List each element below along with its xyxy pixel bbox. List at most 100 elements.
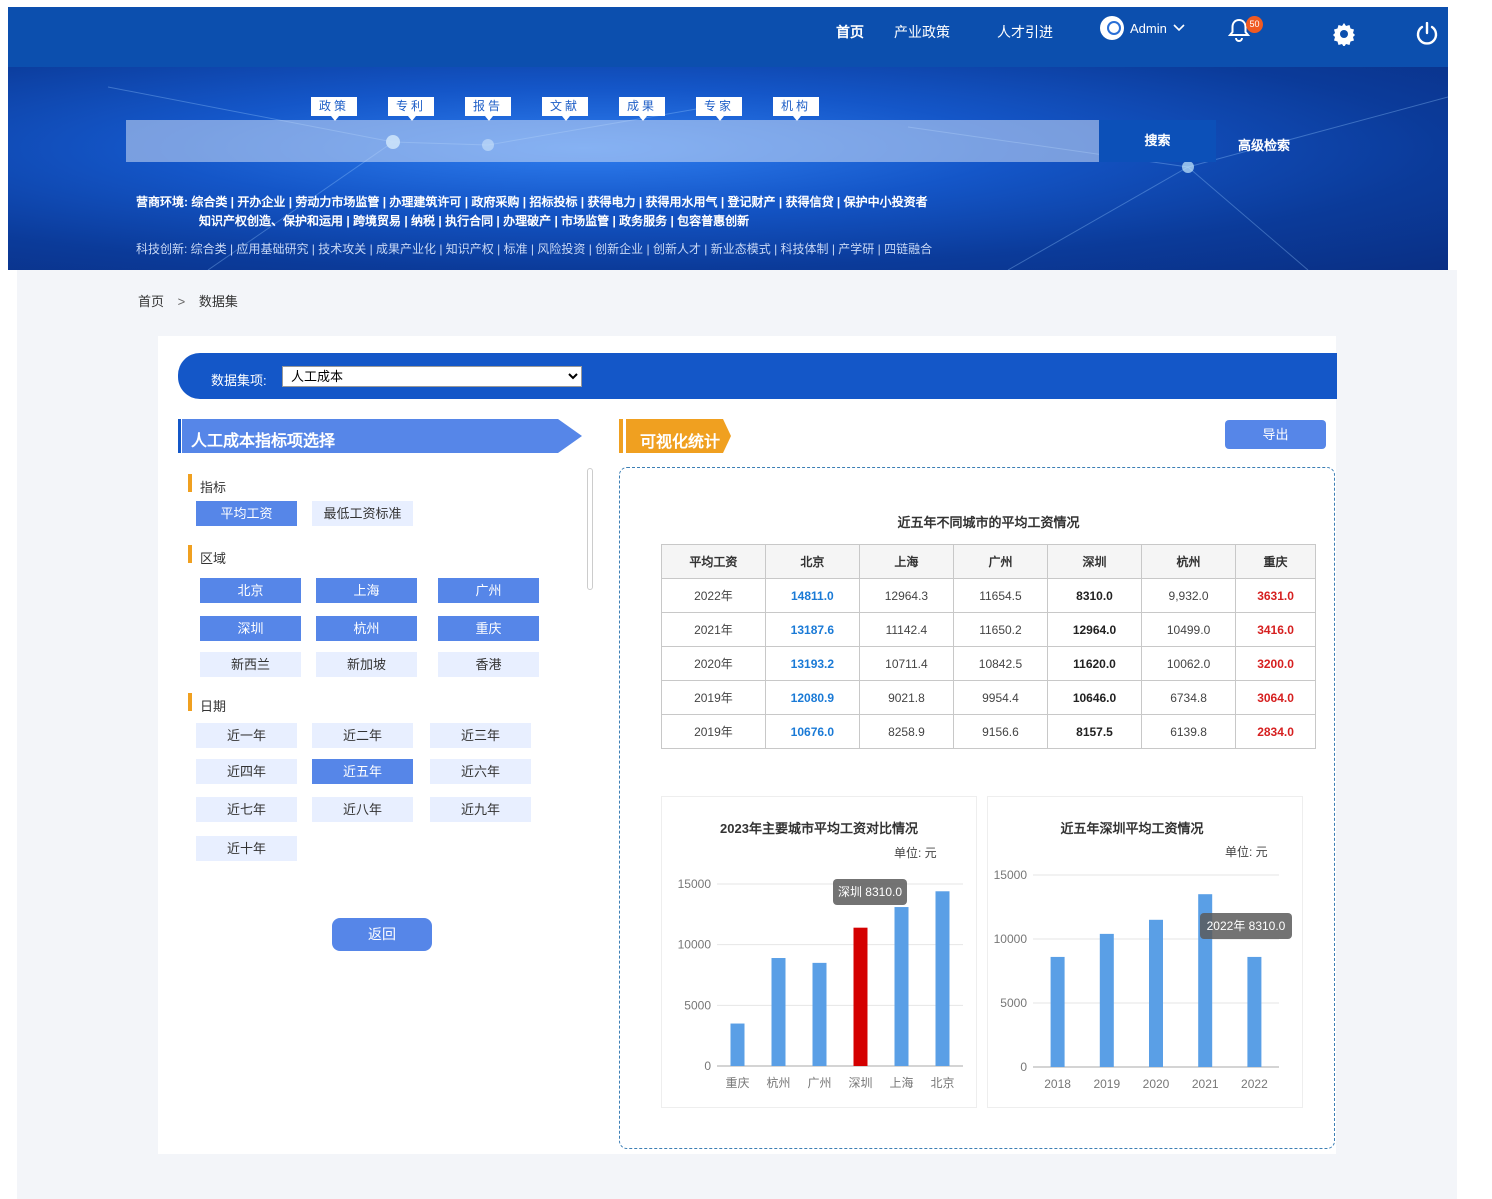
table-cell: 2019年 xyxy=(661,714,766,749)
chip-average-wage[interactable]: 平均工资 xyxy=(196,501,297,526)
chip-region-hongkong[interactable]: 香港 xyxy=(438,652,539,677)
x-tick-label: 上海 xyxy=(889,1075,913,1090)
table-cell: 6139.8 xyxy=(1141,714,1237,749)
chip-date-3y[interactable]: 近三年 xyxy=(430,723,531,748)
table-cell: 14811.0 xyxy=(764,578,860,613)
table-cell: 2019年 xyxy=(661,680,766,715)
advanced-search-link[interactable]: 高级检索 xyxy=(1238,135,1290,154)
nav-home[interactable]: 首页 xyxy=(836,22,864,42)
table-cell: 12964.3 xyxy=(858,578,954,613)
table-cell: 9,932.0 xyxy=(1141,578,1237,613)
y-tick-label: 10000 xyxy=(994,932,1028,946)
chevron-down-icon xyxy=(1173,24,1185,32)
bar xyxy=(1149,919,1163,1067)
chip-region-shenzhen[interactable]: 深圳 xyxy=(200,616,301,641)
region-group-label: 区域 xyxy=(188,545,226,567)
x-tick-label: 2018 xyxy=(1044,1077,1071,1091)
x-tick-label: 北京 xyxy=(930,1076,954,1090)
user-menu[interactable]: Admin xyxy=(1100,16,1185,40)
nav-industry-policy[interactable]: 产业政策 xyxy=(894,22,950,42)
tech-innovation-links[interactable]: 科技创新: 综合类 | 应用基础研究 | 技术攻关 | 成果产业化 | 知识产权… xyxy=(136,240,932,257)
chip-date-1y[interactable]: 近一年 xyxy=(196,723,297,748)
tooltip-text: 深圳 8310.0 xyxy=(838,885,902,899)
table-cell: 8258.9 xyxy=(858,714,954,749)
bar xyxy=(771,958,786,1066)
chip-date-9y[interactable]: 近九年 xyxy=(430,797,531,822)
chip-date-7y[interactable]: 近七年 xyxy=(196,797,297,822)
export-button[interactable]: 导出 xyxy=(1225,420,1326,449)
table-row: 2020年 13193.2 10711.4 10842.5 11620.0 10062.0… xyxy=(661,646,1316,681)
search-tab-report[interactable]: 报告 xyxy=(465,97,511,121)
chip-date-8y[interactable]: 近八年 xyxy=(312,797,413,822)
table-header: 北京 xyxy=(764,544,860,579)
breadcrumb-current: 数据集 xyxy=(198,294,238,309)
chart1-title: 2023年主要城市平均工资对比情况 xyxy=(720,821,918,836)
chip-region-singapore[interactable]: 新加坡 xyxy=(316,652,417,677)
table-cell: 9156.6 xyxy=(952,714,1048,749)
chip-date-4y[interactable]: 近四年 xyxy=(196,759,297,784)
chip-date-6y[interactable]: 近六年 xyxy=(430,759,531,784)
chip-region-beijing[interactable]: 北京 xyxy=(200,578,301,603)
table-header: 重庆 xyxy=(1235,544,1316,579)
search-tab-policy[interactable]: 政策 xyxy=(311,97,357,121)
business-env-links[interactable]: 营商环境: 综合类 | 开办企业 | 劳动力市场监管 | 办理建筑许可 | 政府… xyxy=(136,193,928,210)
breadcrumb: 首页 > 数据集 xyxy=(138,291,238,310)
table-cell: 11620.0 xyxy=(1046,646,1143,681)
chart2-plot: 0 5000 10000 15000 2018 2019 2020 2021 2022 2022年… xyxy=(994,868,1292,1091)
x-tick-label: 广州 xyxy=(807,1076,831,1090)
table-cell: 10676.0 xyxy=(764,714,860,749)
bar xyxy=(1050,956,1065,1067)
chart2-title: 近五年深圳平均工资情况 xyxy=(1060,821,1204,836)
chip-region-guangzhou[interactable]: 广州 xyxy=(438,578,539,603)
table-cell: 10062.0 xyxy=(1141,646,1237,681)
search-button[interactable]: 搜索 xyxy=(1099,120,1216,162)
table-header: 深圳 xyxy=(1046,544,1143,579)
search-tab-patent[interactable]: 专利 xyxy=(388,97,434,121)
search-tab-institution[interactable]: 机构 xyxy=(773,97,819,121)
search-input[interactable] xyxy=(126,120,1100,162)
power-icon[interactable] xyxy=(1416,22,1438,46)
table-header: 广州 xyxy=(952,544,1048,579)
chip-minimum-wage[interactable]: 最低工资标准 xyxy=(312,501,413,526)
chip-date-10y[interactable]: 近十年 xyxy=(196,836,297,861)
table-row: 2019年 12080.9 9021.8 9954.4 10646.0 6734.8 306… xyxy=(661,680,1316,715)
bar xyxy=(1099,933,1114,1067)
scrollbar[interactable] xyxy=(587,468,593,590)
chip-region-chongqing[interactable]: 重庆 xyxy=(438,616,539,641)
table-cell: 3631.0 xyxy=(1235,578,1316,613)
wage-table: 平均工资 北京 上海 广州 深圳 杭州 重庆 2022年 14811.0 12964… xyxy=(661,544,1316,749)
chip-date-2y[interactable]: 近二年 xyxy=(312,723,413,748)
table-row: 2022年 14811.0 12964.3 11654.5 8310.0 9,932.0 3… xyxy=(661,578,1316,613)
table-cell: 3064.0 xyxy=(1235,680,1316,715)
bar xyxy=(1247,956,1262,1067)
table-cell: 10842.5 xyxy=(952,646,1048,681)
chip-region-new-zealand[interactable]: 新西兰 xyxy=(200,652,301,677)
table-header: 上海 xyxy=(858,544,954,579)
tooltip-text: 2022年 8310.0 xyxy=(1207,919,1286,933)
table-cell: 2021年 xyxy=(661,612,766,647)
back-button[interactable]: 返回 xyxy=(332,918,432,951)
business-env-links-2[interactable]: 知识产权创造、保护和运用 | 跨境贸易 | 纳税 | 执行合同 | 办理破产 |… xyxy=(199,212,749,229)
chart1-plot: 0 5000 10000 15000 重庆 杭州 广州 深圳 上海 北京 深圳 8310.0 xyxy=(678,877,963,1090)
nav-talent[interactable]: 人才引进 xyxy=(997,22,1053,42)
dataset-select[interactable]: 人工成本 xyxy=(282,366,582,387)
x-tick-label: 深圳 xyxy=(848,1076,872,1090)
table-cell: 9954.4 xyxy=(952,680,1048,715)
bar xyxy=(730,1023,745,1066)
avatar xyxy=(1100,16,1124,40)
dataset-label: 数据集项: xyxy=(211,373,267,388)
user-name: Admin xyxy=(1130,20,1167,36)
gear-icon[interactable] xyxy=(1332,22,1356,46)
search-tab-literature[interactable]: 文献 xyxy=(542,97,588,121)
breadcrumb-home[interactable]: 首页 xyxy=(138,294,164,309)
chip-date-5y[interactable]: 近五年 xyxy=(312,759,413,784)
search-tab-expert[interactable]: 专家 xyxy=(696,97,742,121)
bar xyxy=(935,891,950,1066)
chip-region-hangzhou[interactable]: 杭州 xyxy=(316,616,417,641)
chip-region-shanghai[interactable]: 上海 xyxy=(316,578,417,603)
table-cell: 12964.0 xyxy=(1046,612,1143,647)
y-tick-label: 10000 xyxy=(678,938,712,952)
chart1-unit: 单位: 元 xyxy=(894,846,937,860)
table-cell: 10499.0 xyxy=(1141,612,1237,647)
search-tab-achievement[interactable]: 成果 xyxy=(619,97,665,121)
